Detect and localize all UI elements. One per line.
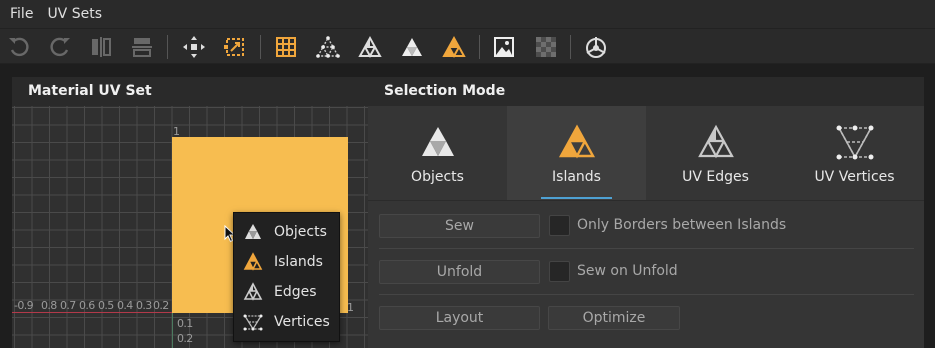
- tab-label: UV Edges: [682, 169, 749, 185]
- toolbar-separator: [479, 35, 480, 59]
- mirror-vertical-icon[interactable]: [127, 32, 157, 62]
- toolbar-separator: [167, 35, 168, 59]
- x-axis-label: 0.7: [60, 299, 76, 312]
- texture-image-icon[interactable]: [489, 32, 519, 62]
- unfold-button[interactable]: Unfold: [379, 260, 540, 284]
- x-axis-label: 0.2: [153, 299, 169, 312]
- snap-icon[interactable]: [220, 32, 250, 62]
- x-axis-label: 0.6: [79, 299, 95, 312]
- x-axis-label: 0.5: [98, 299, 114, 312]
- edges-icon: [243, 282, 263, 301]
- vertices-icon: [243, 314, 263, 331]
- tab-label: Objects: [411, 169, 464, 185]
- tab-islands[interactable]: Islands: [507, 106, 646, 200]
- selection-context-menu: Objects Islands Edges Vertices: [233, 212, 340, 342]
- menu-file[interactable]: File: [0, 0, 39, 28]
- sew-on-unfold-label: Sew on Unfold: [577, 263, 678, 279]
- context-menu-item-objects[interactable]: Objects: [234, 217, 341, 247]
- tab-objects[interactable]: Objects: [368, 106, 507, 200]
- x-axis-label: 0.8: [41, 299, 57, 312]
- context-menu-label: Vertices: [274, 314, 330, 330]
- context-menu-label: Objects: [274, 224, 327, 240]
- context-menu-label: Edges: [274, 284, 317, 300]
- pivot-icon[interactable]: [581, 32, 611, 62]
- tab-uv-vertices[interactable]: UV Vertices: [785, 106, 924, 200]
- objects-mode-icon: [421, 127, 454, 156]
- context-menu-item-islands[interactable]: Islands: [234, 247, 341, 277]
- toolbar-separator: [260, 35, 261, 59]
- objects-icon: [245, 224, 261, 239]
- active-tab-indicator: [541, 197, 612, 199]
- only-borders-checkbox[interactable]: [549, 215, 570, 236]
- divider: [379, 294, 914, 295]
- sew-button[interactable]: Sew: [379, 214, 540, 238]
- x-axis-label: 0.4: [117, 299, 133, 312]
- uv-vertices-mode-icon: [836, 125, 873, 160]
- checkerboard-icon[interactable]: [531, 32, 561, 62]
- islands-icon: [243, 252, 263, 271]
- y-axis-line: [172, 313, 173, 348]
- objects-mode-icon[interactable]: [397, 32, 427, 62]
- context-menu-item-vertices[interactable]: Vertices: [234, 307, 341, 337]
- selection-mode-header: Selection Mode: [368, 77, 924, 106]
- redo-icon[interactable]: [45, 32, 75, 62]
- layout-button[interactable]: Layout: [379, 306, 540, 330]
- x-axis-line: [12, 312, 172, 313]
- tab-uv-edges[interactable]: UV Edges: [646, 106, 785, 200]
- tab-label: UV Vertices: [814, 169, 895, 185]
- material-uv-set-header: Material UV Set: [12, 77, 368, 106]
- x-axis-label: -0.9: [14, 299, 34, 312]
- transform-icon[interactable]: [179, 32, 209, 62]
- context-menu-item-edges[interactable]: Edges: [234, 277, 341, 307]
- toolbar-separator: [570, 35, 571, 59]
- grid-icon[interactable]: [271, 32, 301, 62]
- undo-icon[interactable]: [4, 32, 34, 62]
- uv-vertices-mode-icon[interactable]: [313, 32, 343, 62]
- islands-mode-icon: [558, 124, 595, 159]
- menu-uv-sets[interactable]: UV Sets: [39, 0, 109, 28]
- uv-edges-mode-icon[interactable]: [355, 32, 385, 62]
- sew-on-unfold-checkbox[interactable]: [549, 261, 570, 282]
- divider: [368, 200, 924, 201]
- only-borders-label: Only Borders between Islands: [577, 217, 787, 233]
- x-axis-label: 0.3: [136, 299, 152, 312]
- uv-edges-mode-icon: [697, 124, 734, 159]
- optimize-button[interactable]: Optimize: [548, 306, 680, 330]
- mirror-horizontal-icon[interactable]: [86, 32, 116, 62]
- x-axis-label: 1: [347, 301, 354, 314]
- y-axis-label: 0.1: [177, 317, 193, 330]
- islands-mode-icon[interactable]: [439, 32, 469, 62]
- divider: [379, 248, 914, 249]
- y-axis-label: 0.2: [177, 332, 193, 345]
- context-menu-label: Islands: [274, 254, 323, 270]
- selection-mode-panel: Objects Islands UV Edges UV Vertices Sew…: [368, 106, 924, 348]
- toolbar: [0, 28, 935, 64]
- tab-label: Islands: [552, 169, 601, 185]
- y-axis-label: 1: [173, 125, 180, 138]
- menu-bar: File UV Sets: [0, 0, 935, 28]
